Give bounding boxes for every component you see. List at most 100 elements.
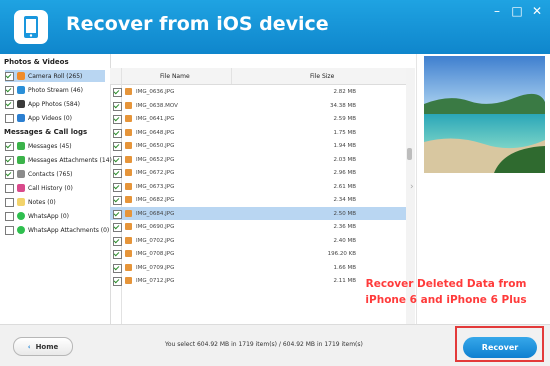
photo-file-icon [125,277,132,284]
sidebar-item-photo-stream[interactable]: Photo Stream (46) [5,84,83,96]
whatsapp-icon [17,212,25,220]
photo-preview [424,56,545,173]
table-row[interactable]: IMG_0709.JPG 1.66 MB [110,261,406,275]
table-row[interactable]: IMG_0641.JPG 2.59 MB [110,112,406,126]
sidebar-item-label: Notes (0) [28,198,56,206]
checkbox[interactable] [113,209,122,219]
checkbox[interactable] [113,250,122,259]
checkbox[interactable] [5,71,14,81]
camera-roll-icon [17,72,25,80]
checkbox[interactable] [5,169,14,179]
file-name-cell: IMG_0652.JPG [136,156,175,163]
promo-overlay-text: Recover Deleted Data from iPhone 6 and i… [346,276,546,308]
sidebar-item-call-history[interactable]: Call History (0) [5,182,73,194]
checkbox[interactable] [113,196,122,205]
photo-file-icon [125,182,132,190]
checkbox[interactable] [5,155,14,165]
checkbox[interactable] [5,197,14,207]
checkbox[interactable] [113,142,122,151]
photo-file-icon [125,101,132,109]
checkbox[interactable] [113,223,122,232]
file-size-cell: 2.36 MB [333,224,356,230]
app-photos-icon [17,100,25,108]
table-row[interactable]: IMG_0672.JPG 2.96 MB [110,166,406,180]
table-header: File Name File Size [110,68,406,85]
checkbox[interactable] [5,183,14,193]
sidebar-item-label: App Photos (584) [28,100,80,108]
checkbox[interactable] [113,88,122,97]
recover-button[interactable]: Recover [463,337,537,358]
checkbox[interactable] [5,211,14,221]
table-row[interactable]: IMG_0708.JPG 196.20 KB [110,247,406,261]
table-row[interactable]: IMG_0702.JPG 2.40 MB [110,234,406,248]
file-size-cell: 2.59 MB [333,116,356,122]
table-row[interactable]: IMG_0648.JPG 1.75 MB [110,126,406,140]
table-row[interactable]: IMG_0690.JPG 2.36 MB [110,220,406,234]
sidebar-item-whatsapp[interactable]: WhatsApp (0) [5,210,69,222]
photo-file-icon [125,88,132,95]
checkbox[interactable] [113,169,122,178]
file-size-cell: 1.75 MB [333,129,356,136]
maximize-button[interactable]: □ [508,4,526,18]
file-name-cell: IMG_0682.JPG [136,197,175,203]
selection-summary: You select 604.92 MB in 1719 item(s) / 6… [165,341,363,348]
photo-file-icon [125,142,132,149]
home-button-label: Home [35,342,59,351]
checkbox[interactable] [113,236,122,246]
file-size-cell: 2.40 MB [333,237,356,244]
minimize-button[interactable]: – [488,4,506,18]
category-title-messages: Messages & Call logs [4,128,88,136]
sidebar-item-label: Photo Stream (46) [28,86,83,94]
file-size-cell: 2.03 MB [333,156,356,163]
column-header-file-name[interactable]: File Name [160,73,190,80]
checkbox[interactable] [5,85,14,95]
column-header-file-size[interactable]: File Size [310,73,334,80]
file-size-cell: 2.50 MB [333,210,356,217]
checkbox[interactable] [5,141,14,151]
file-name-cell: IMG_0650.JPG [136,143,175,149]
file-size-cell: 196.20 KB [327,251,356,257]
table-row[interactable]: IMG_0636.JPG 2.82 MB [110,85,406,99]
photo-file-icon [125,115,132,122]
sidebar-item-messages-attachments[interactable]: Messages Attachments (14) [5,154,112,166]
photo-file-icon [125,155,132,163]
table-row[interactable]: IMG_0684.JPG 2.50 MB [110,206,406,220]
table-row[interactable]: IMG_0682.JPG 2.34 MB [110,193,406,207]
file-size-cell: 2.34 MB [333,197,356,203]
checkbox[interactable] [113,182,122,192]
sidebar-item-contacts[interactable]: Contacts (765) [5,168,73,180]
file-name-cell: IMG_0648.JPG [136,129,175,136]
sidebar-item-messages[interactable]: Messages (45) [5,140,72,152]
app-videos-icon [17,114,25,122]
close-button[interactable]: ✕ [528,4,546,18]
home-button[interactable]: ‹ Home [13,337,73,356]
file-name-cell: IMG_0638.MOV [136,102,178,109]
messages-icon [17,142,25,150]
sidebar-item-whatsapp-attachments[interactable]: WhatsApp Attachments (0) [5,224,109,236]
checkbox[interactable] [113,277,122,286]
checkbox[interactable] [113,128,122,138]
file-name-cell: IMG_0672.JPG [136,170,175,176]
chevron-left-icon: ‹ [27,342,31,351]
table-row[interactable]: IMG_0673.JPG 2.61 MB [110,180,406,194]
category-sidebar: Photos & Videos Camera Roll (265) Photo … [0,54,112,324]
table-row[interactable]: IMG_0652.JPG 2.03 MB [110,153,406,167]
checkbox[interactable] [5,113,14,123]
checkbox[interactable] [113,115,122,124]
photo-stream-icon [17,86,25,94]
sidebar-item-camera-roll[interactable]: Camera Roll (265) [5,70,105,82]
sidebar-item-label: Contacts (765) [28,170,73,178]
checkbox[interactable] [5,225,14,235]
file-name-cell: IMG_0684.JPG [136,210,175,217]
sidebar-item-notes[interactable]: Notes (0) [5,196,56,208]
checkbox[interactable] [113,101,122,111]
checkbox[interactable] [5,99,14,109]
table-row[interactable]: IMG_0650.JPG 1.94 MB [110,139,406,153]
table-row[interactable]: IMG_0638.MOV 34.38 MB [110,99,406,113]
sidebar-item-app-videos[interactable]: App Videos (0) [5,112,72,124]
file-size-cell: 2.82 MB [333,89,356,95]
scrollbar-thumb[interactable] [407,148,412,160]
checkbox[interactable] [113,155,122,165]
sidebar-item-app-photos[interactable]: App Photos (584) [5,98,80,110]
checkbox[interactable] [113,263,122,273]
